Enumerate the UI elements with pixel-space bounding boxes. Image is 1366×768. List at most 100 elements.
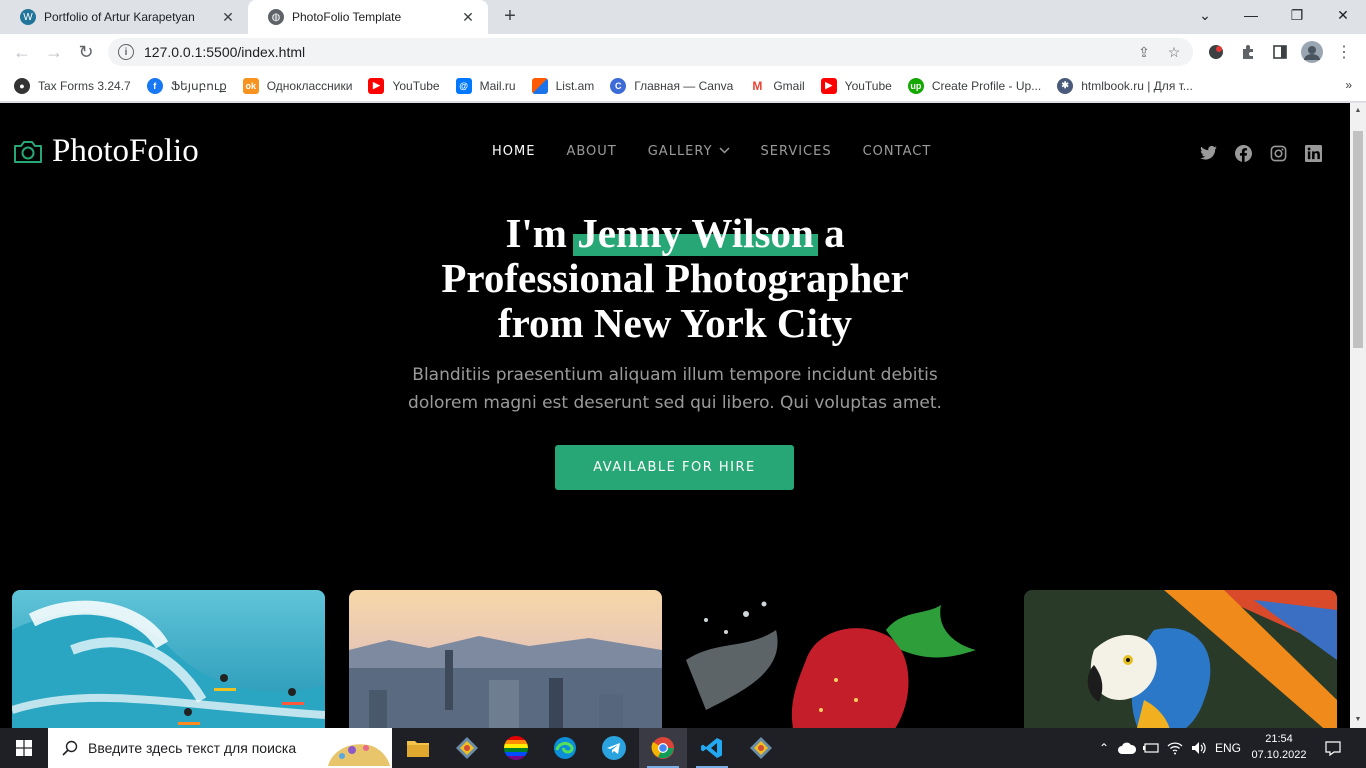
instagram-icon[interactable]	[1269, 144, 1287, 162]
forward-button[interactable]: →	[42, 40, 66, 64]
city-skyline-photo	[349, 590, 662, 728]
sourcetree-icon[interactable]	[443, 728, 491, 768]
bookmark-item[interactable]: ▶ YouTube	[368, 77, 440, 94]
clock-time: 21:54	[1265, 733, 1293, 745]
windows-logo-icon	[16, 740, 32, 756]
site-info-icon[interactable]: i	[118, 44, 134, 60]
nav-about[interactable]: ABOUT	[566, 144, 616, 159]
windows-start-button[interactable]	[0, 728, 48, 768]
gallery-card-surfers[interactable]	[12, 590, 325, 728]
close-tab-icon[interactable]: ✕	[218, 9, 238, 26]
language-indicator[interactable]: ENG	[1212, 728, 1244, 768]
page-scrollbar[interactable]: ▲ ▼	[1350, 103, 1366, 728]
tab-photofolio[interactable]: ◍ PhotoFolio Template ✕	[248, 0, 488, 34]
scroll-down-arrow-icon[interactable]: ▼	[1350, 712, 1366, 728]
strawberry-photo	[686, 590, 999, 728]
hero-title-suffix: a	[813, 210, 845, 256]
windows-taskbar: Введите здесь текст для поиска ⌃ ENG 21:…	[0, 728, 1366, 768]
bookmark-label: Ֆեյսբուք	[170, 78, 227, 93]
lgbt-flag-icon[interactable]	[492, 728, 540, 768]
bookmark-item[interactable]: ok Одноклассники	[242, 77, 352, 94]
tab-title: Portfolio of Artur Karapetyan	[44, 10, 195, 24]
bookmark-item[interactable]: M Gmail	[749, 77, 805, 94]
scrollbar-thumb[interactable]	[1353, 131, 1363, 348]
minimize-button[interactable]: —	[1228, 0, 1274, 30]
reload-button[interactable]: ↻	[74, 40, 98, 64]
telegram-icon[interactable]	[590, 728, 638, 768]
nav-contact[interactable]: CONTACT	[863, 144, 932, 159]
facebook-icon[interactable]	[1234, 144, 1252, 162]
nav-services[interactable]: SERVICES	[761, 144, 832, 159]
tab-portfolio[interactable]: W Portfolio of Artur Karapetyan ✕	[0, 0, 248, 34]
chrome-menu-icon[interactable]: ⋮	[1333, 41, 1355, 63]
extensions-puzzle-icon[interactable]	[1237, 41, 1259, 63]
gallery-card-parrot[interactable]	[1024, 590, 1337, 728]
sourcetree-secondary-icon[interactable]	[737, 728, 785, 768]
gmail-icon: M	[749, 77, 766, 94]
bookmark-label: Gmail	[773, 78, 805, 93]
share-icon[interactable]: ⇪	[1133, 41, 1155, 63]
battery-icon[interactable]	[1140, 728, 1162, 768]
youtube-icon: ▶	[820, 77, 837, 94]
nav-gallery[interactable]: GALLERY	[648, 144, 730, 159]
chevron-down-icon	[719, 146, 730, 157]
show-hidden-icons-chevron-icon[interactable]: ⌃	[1094, 728, 1114, 768]
address-bar[interactable]: i 127.0.0.1:5500/index.html ⇪ ☆	[108, 38, 1193, 66]
scroll-up-arrow-icon[interactable]: ▲	[1350, 103, 1366, 119]
gallery-card-city[interactable]	[349, 590, 662, 728]
more-bookmarks-chevron-icon[interactable]: »	[1345, 78, 1352, 92]
taskbar-clock[interactable]: 21:54 07.10.2022	[1244, 731, 1314, 763]
bookmark-item[interactable]: up Create Profile - Up...	[907, 77, 1042, 94]
logo-text: PhotoFolio	[52, 133, 199, 169]
new-tab-button[interactable]: +	[498, 5, 522, 29]
bookmark-item[interactable]: ● Tax Forms 3.24.7	[14, 77, 131, 94]
vscode-icon[interactable]	[688, 728, 736, 768]
onedrive-cloud-icon[interactable]	[1116, 728, 1138, 768]
back-button[interactable]: ←	[10, 40, 34, 64]
bookmark-label: Tax Forms 3.24.7	[38, 78, 131, 93]
clock-date: 07.10.2022	[1251, 749, 1307, 761]
bookmark-label: List.am	[555, 78, 595, 93]
hero-title-line3: from New York City	[497, 300, 853, 346]
profile-avatar[interactable]	[1301, 41, 1323, 63]
wordpress-icon: W	[20, 9, 36, 25]
browser-toolbar: ← → ↻ i 127.0.0.1:5500/index.html ⇪ ☆ ⋮	[0, 34, 1366, 70]
restore-button[interactable]: ❐	[1274, 0, 1320, 30]
bookmark-label: Create Profile - Up...	[931, 78, 1042, 93]
bookmark-star-icon[interactable]: ☆	[1163, 41, 1185, 63]
bookmark-item[interactable]: f Ֆեյսբուք	[146, 77, 227, 94]
file-explorer-icon[interactable]	[394, 728, 442, 768]
notifications-icon[interactable]	[1318, 728, 1348, 768]
bookmark-item[interactable]: @ Mail.ru	[455, 77, 516, 94]
edge-browser-icon[interactable]	[541, 728, 589, 768]
nav-home[interactable]: HOME	[492, 144, 535, 159]
wifi-icon[interactable]	[1164, 728, 1186, 768]
tab-search-button[interactable]: ⌄	[1182, 0, 1228, 30]
parrot-photo	[1024, 590, 1337, 728]
canva-icon: C	[610, 77, 627, 94]
taskbar-search-box[interactable]: Введите здесь текст для поиска	[48, 728, 392, 768]
url-text[interactable]: 127.0.0.1:5500/index.html	[144, 44, 1133, 60]
surfers-photo	[12, 590, 325, 728]
bookmark-item[interactable]: ▶ YouTube	[820, 77, 892, 94]
extension-icon[interactable]	[1205, 41, 1227, 63]
youtube-icon: ▶	[368, 77, 385, 94]
chrome-taskbar-icon[interactable]	[639, 728, 687, 768]
bookmark-item[interactable]: List.am	[531, 77, 595, 94]
available-for-hire-button[interactable]: AVAILABLE FOR HIRE	[555, 445, 794, 490]
linkedin-icon[interactable]	[1304, 144, 1322, 162]
volume-icon[interactable]	[1188, 728, 1210, 768]
side-panel-icon[interactable]	[1269, 41, 1291, 63]
upwork-icon: up	[907, 77, 924, 94]
bookmarks-bar: ● Tax Forms 3.24.7 f Ֆեյսբուք ok Одноклассн…	[0, 70, 1366, 102]
bookmark-item[interactable]: ✱ htmlbook.ru | Для т...	[1057, 77, 1193, 94]
gallery-card-strawberry[interactable]	[686, 590, 999, 728]
close-tab-icon[interactable]: ✕	[458, 9, 478, 26]
github-icon: ●	[14, 77, 30, 94]
hero-title-line2: Professional Photographer	[441, 255, 909, 301]
htmlbook-icon: ✱	[1057, 77, 1074, 94]
close-window-button[interactable]: ✕	[1320, 0, 1366, 30]
site-logo[interactable]: PhotoFolio	[12, 133, 199, 170]
twitter-icon[interactable]	[1199, 144, 1217, 162]
bookmark-item[interactable]: C Главная — Canva	[610, 77, 733, 94]
